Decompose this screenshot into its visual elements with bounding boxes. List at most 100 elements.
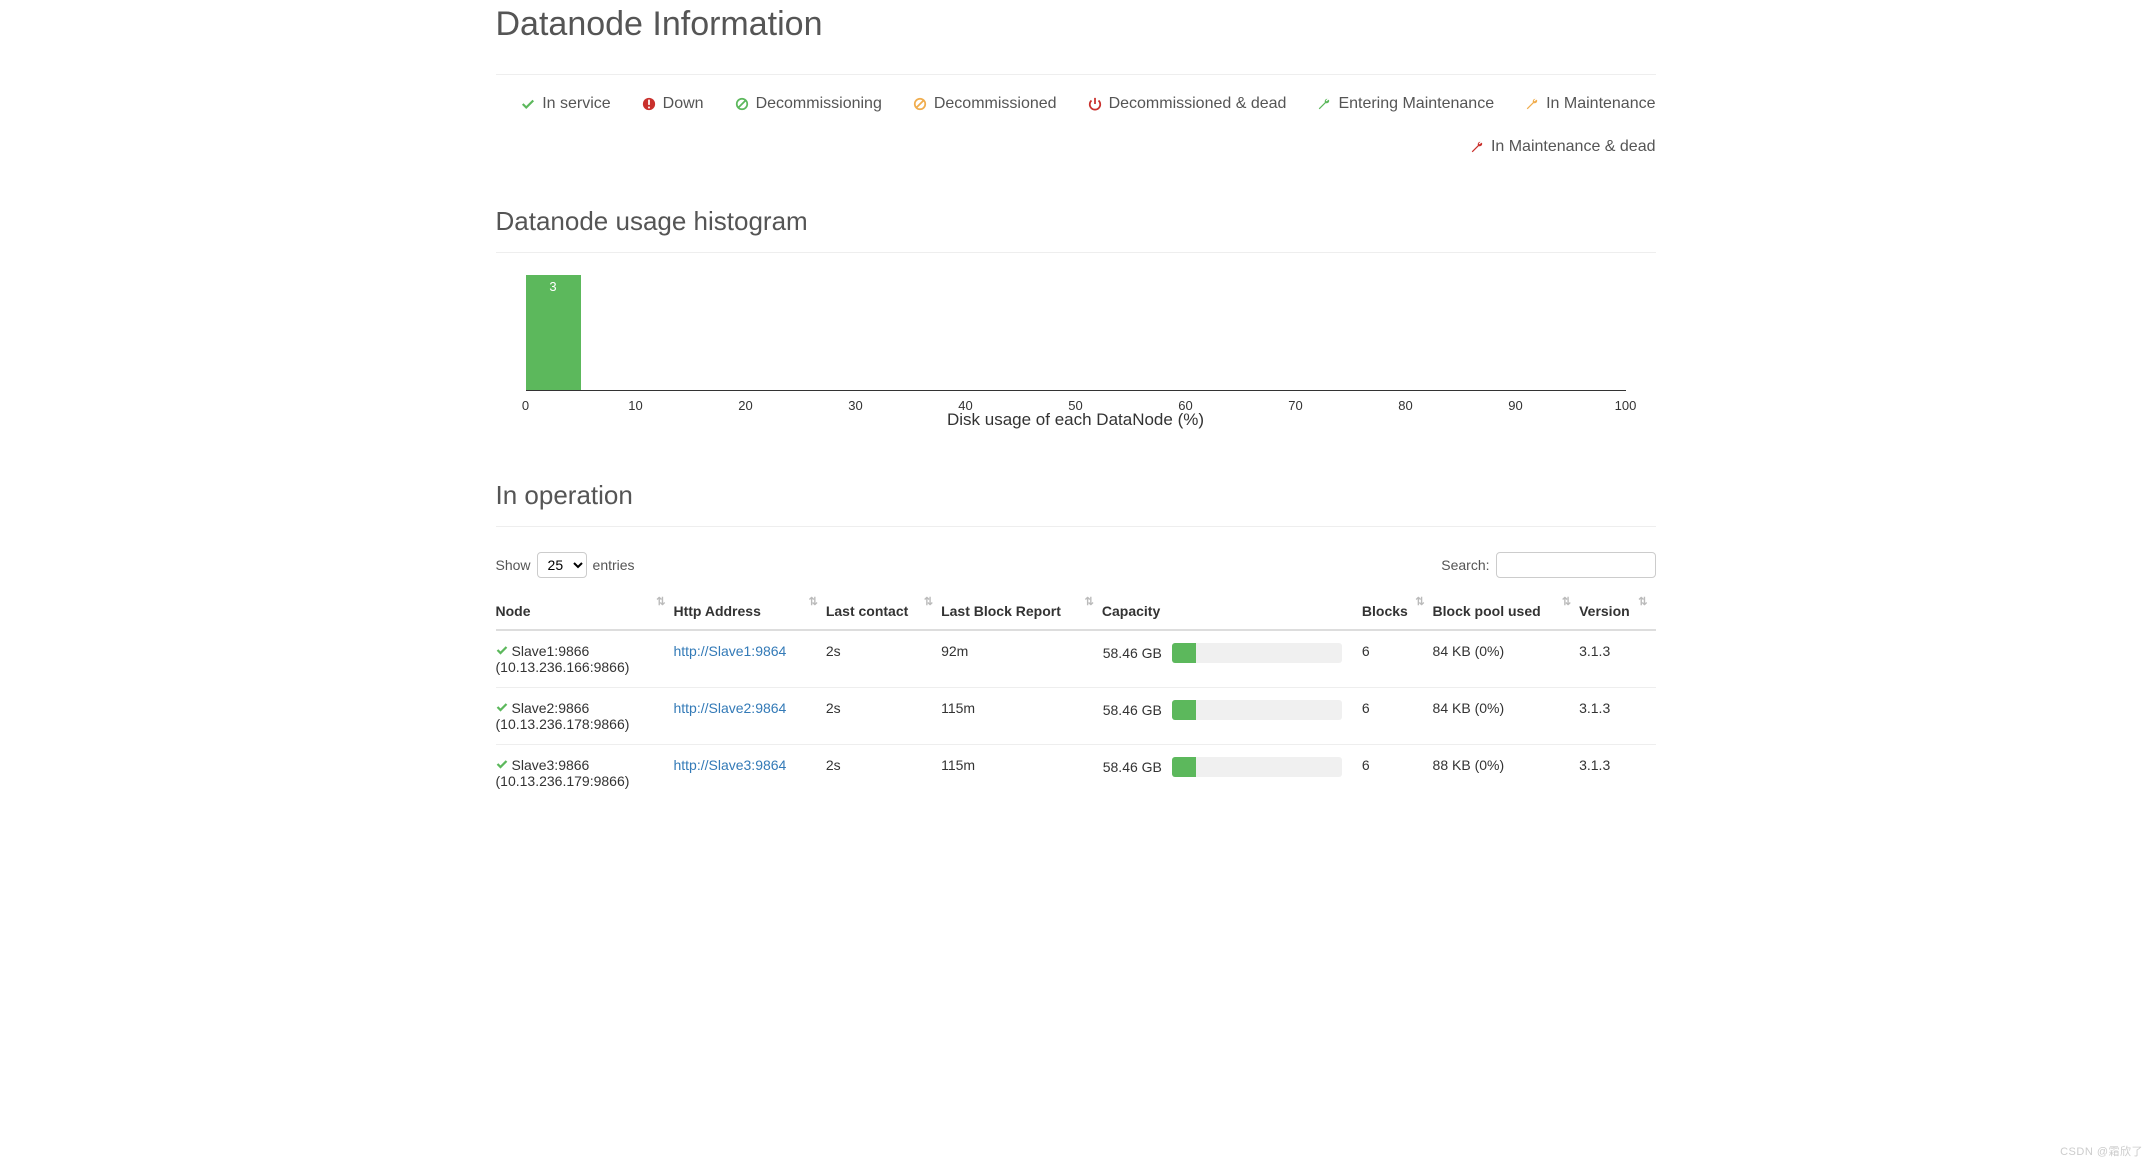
legend-label: Decommissioned (934, 95, 1057, 113)
wrench-icon (1524, 96, 1540, 112)
http-address-link[interactable]: http://Slave3:9864 (673, 757, 786, 773)
legend-label: Decommissioned & dead (1109, 95, 1287, 113)
histogram-tick: 60 (1178, 398, 1192, 413)
show-suffix-label: entries (593, 557, 635, 573)
exclamation-circle-icon (641, 96, 657, 112)
legend-label: Down (663, 95, 704, 113)
check-icon (520, 96, 536, 112)
http-address-link[interactable]: http://Slave2:9864 (673, 700, 786, 716)
histogram-title: Datanode usage histogram (496, 206, 1656, 237)
legend-decommissioned: Decommissioned (912, 95, 1057, 113)
sort-icon: ⇅ (924, 595, 933, 608)
last-block-report: 115m (941, 745, 1102, 802)
histogram-tick: 100 (1615, 398, 1637, 413)
col-http-address[interactable]: Http Address⇅ (673, 593, 825, 630)
histogram-tick: 0 (522, 398, 529, 413)
divider (496, 252, 1656, 253)
last-contact: 2s (826, 745, 941, 802)
histogram-tick: 10 (628, 398, 642, 413)
col-last-block-report[interactable]: Last Block Report⇅ (941, 593, 1102, 630)
node-addr: (10.13.236.166:9866) (496, 659, 662, 675)
sort-icon: ⇅ (1638, 595, 1647, 608)
sort-icon: ⇅ (1085, 595, 1094, 608)
power-icon (1087, 96, 1103, 112)
histogram-tick: 70 (1288, 398, 1302, 413)
table-controls: Show 25 entries Search: (496, 552, 1656, 578)
watermark: CSDN @霜欣了 (2060, 1143, 2143, 1159)
in-operation-title: In operation (496, 480, 1656, 511)
block-pool-used: 88 KB (0%) (1433, 745, 1580, 802)
check-icon (496, 757, 508, 773)
search-wrap: Search: (1441, 552, 1655, 578)
last-contact: 2s (826, 688, 941, 745)
search-input[interactable] (1496, 552, 1656, 578)
blocks: 6 (1362, 630, 1433, 688)
datanode-table: Node⇅ Http Address⇅ Last contact⇅ Last B… (496, 593, 1656, 801)
ban-icon (912, 96, 928, 112)
search-label: Search: (1441, 557, 1489, 573)
legend-label: Entering Maintenance (1338, 95, 1494, 113)
table-row: Slave3:9866(10.13.236.179:9866) http://Sl… (496, 745, 1656, 802)
sort-icon: ⇅ (809, 595, 818, 608)
col-last-contact[interactable]: Last contact⇅ (826, 593, 941, 630)
legend-label: In Maintenance & dead (1491, 138, 1656, 156)
blocks: 6 (1362, 688, 1433, 745)
version: 3.1.3 (1579, 745, 1655, 802)
legend-label: Decommissioning (756, 95, 882, 113)
histogram-tick: 20 (738, 398, 752, 413)
legend-down: Down (641, 95, 704, 113)
legend-label: In Maintenance (1546, 95, 1655, 113)
histogram-tick: 50 (1068, 398, 1082, 413)
histogram-bar: 3 (526, 275, 581, 390)
node-addr: (10.13.236.178:9866) (496, 716, 662, 732)
sort-icon: ⇅ (1415, 595, 1424, 608)
node-name: Slave1:9866 (512, 643, 590, 659)
capacity-text: 58.46 GB (1102, 645, 1162, 661)
col-capacity[interactable]: Capacity (1102, 593, 1362, 630)
histogram-xlabel: Disk usage of each DataNode (%) (496, 410, 1656, 430)
entries-select[interactable]: 25 (537, 552, 587, 578)
histogram-axis (526, 390, 1626, 391)
sort-icon: ⇅ (656, 595, 665, 608)
legend-in-maintenance: In Maintenance (1524, 95, 1655, 113)
version: 3.1.3 (1579, 688, 1655, 745)
table-row: Slave2:9866(10.13.236.178:9866) http://Sl… (496, 688, 1656, 745)
col-block-pool-used[interactable]: Block pool used⇅ (1433, 593, 1580, 630)
http-address-link[interactable]: http://Slave1:9864 (673, 643, 786, 659)
legend-in-maintenance-dead: In Maintenance & dead (1469, 138, 1656, 156)
last-contact: 2s (826, 630, 941, 688)
node-name: Slave2:9866 (512, 700, 590, 716)
capacity-text: 58.46 GB (1102, 759, 1162, 775)
status-legend: In service Down Decommissioning Decommis… (496, 95, 1656, 156)
legend-decommissioned-dead: Decommissioned & dead (1087, 95, 1287, 113)
check-icon (496, 700, 508, 716)
capacity-progress (1172, 757, 1342, 777)
blocks: 6 (1362, 745, 1433, 802)
check-icon (496, 643, 508, 659)
col-blocks[interactable]: Blocks⇅ (1362, 593, 1433, 630)
capacity-text: 58.46 GB (1102, 702, 1162, 718)
show-prefix-label: Show (496, 557, 531, 573)
last-block-report: 92m (941, 630, 1102, 688)
version: 3.1.3 (1579, 630, 1655, 688)
legend-label: In service (542, 95, 610, 113)
histogram-tick: 80 (1398, 398, 1412, 413)
table-row: Slave1:9866(10.13.236.166:9866) http://Sl… (496, 630, 1656, 688)
block-pool-used: 84 KB (0%) (1433, 630, 1580, 688)
histogram: 01020304050607080901003 Disk usage of ea… (496, 273, 1656, 430)
divider (496, 526, 1656, 527)
capacity-progress (1172, 700, 1342, 720)
last-block-report: 115m (941, 688, 1102, 745)
ban-icon (734, 96, 750, 112)
wrench-icon (1316, 96, 1332, 112)
legend-in-service: In service (520, 95, 610, 113)
legend-entering-maintenance: Entering Maintenance (1316, 95, 1494, 113)
node-name: Slave3:9866 (512, 757, 590, 773)
legend-decommissioning: Decommissioning (734, 95, 882, 113)
col-version[interactable]: Version⇅ (1579, 593, 1655, 630)
histogram-tick: 40 (958, 398, 972, 413)
node-addr: (10.13.236.179:9866) (496, 773, 662, 789)
histogram-tick: 30 (848, 398, 862, 413)
block-pool-used: 84 KB (0%) (1433, 688, 1580, 745)
col-node[interactable]: Node⇅ (496, 593, 674, 630)
